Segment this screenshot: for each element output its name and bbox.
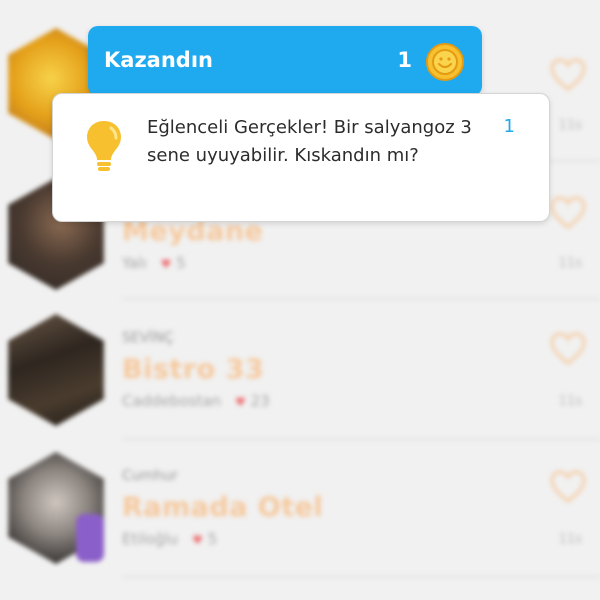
earned-title: Kazandın: [104, 48, 213, 72]
user-name[interactable]: Cumhur: [122, 468, 178, 484]
time-label: 11s: [558, 256, 582, 271]
fun-fact-card[interactable]: Eğlenceli Gerçekler! Bir salyangoz 3 sen…: [52, 93, 550, 222]
heart-outline-icon[interactable]: [550, 332, 586, 366]
time-label: 11s: [558, 532, 582, 547]
earned-coins-banner[interactable]: Kazandın 1: [88, 26, 482, 96]
venue-name[interactable]: Bistro 33: [122, 354, 264, 385]
fact-count: 1: [503, 116, 515, 137]
heart-icon: ♥: [160, 257, 172, 271]
badge-icon: [76, 514, 104, 562]
item-meta: Caddebostan ♥ 23: [122, 392, 270, 410]
location-label: Caddebostan: [122, 392, 222, 410]
venue-name[interactable]: Ramada Otel: [122, 492, 323, 523]
lightbulb-icon: [87, 121, 121, 171]
location-label: Yalı: [122, 254, 147, 272]
avatar[interactable]: [8, 314, 104, 426]
like-count: ♥ 23: [235, 392, 270, 410]
divider: [122, 576, 600, 578]
like-count: ♥ 5: [160, 254, 186, 272]
heart-outline-icon[interactable]: [550, 196, 586, 230]
fun-fact-text: Eğlenceli Gerçekler! Bir salyangoz 3 sen…: [147, 117, 472, 166]
item-meta: Yalı ♥ 5: [122, 254, 186, 272]
time-label: 11s: [558, 118, 582, 133]
coin-icon: [426, 43, 464, 81]
time-label: 11s: [558, 394, 582, 409]
location-label: Etiloğlu: [122, 530, 179, 548]
feed-item[interactable]: Cumhur Ramada Otel Etiloğlu ♥ 5 11s: [0, 440, 600, 578]
heart-icon: ♥: [192, 533, 203, 547]
heart-icon: ♥: [235, 395, 246, 409]
feed-item[interactable]: SEVİNÇ Bistro 33 Caddebostan ♥ 23 11s: [0, 300, 600, 440]
earned-count: 1: [397, 48, 412, 72]
heart-outline-icon[interactable]: [550, 470, 586, 504]
heart-outline-icon[interactable]: [550, 58, 586, 92]
item-meta: Etiloğlu ♥ 5: [122, 530, 217, 548]
user-name[interactable]: SEVİNÇ: [122, 330, 174, 346]
like-count: ♥ 5: [192, 530, 218, 548]
